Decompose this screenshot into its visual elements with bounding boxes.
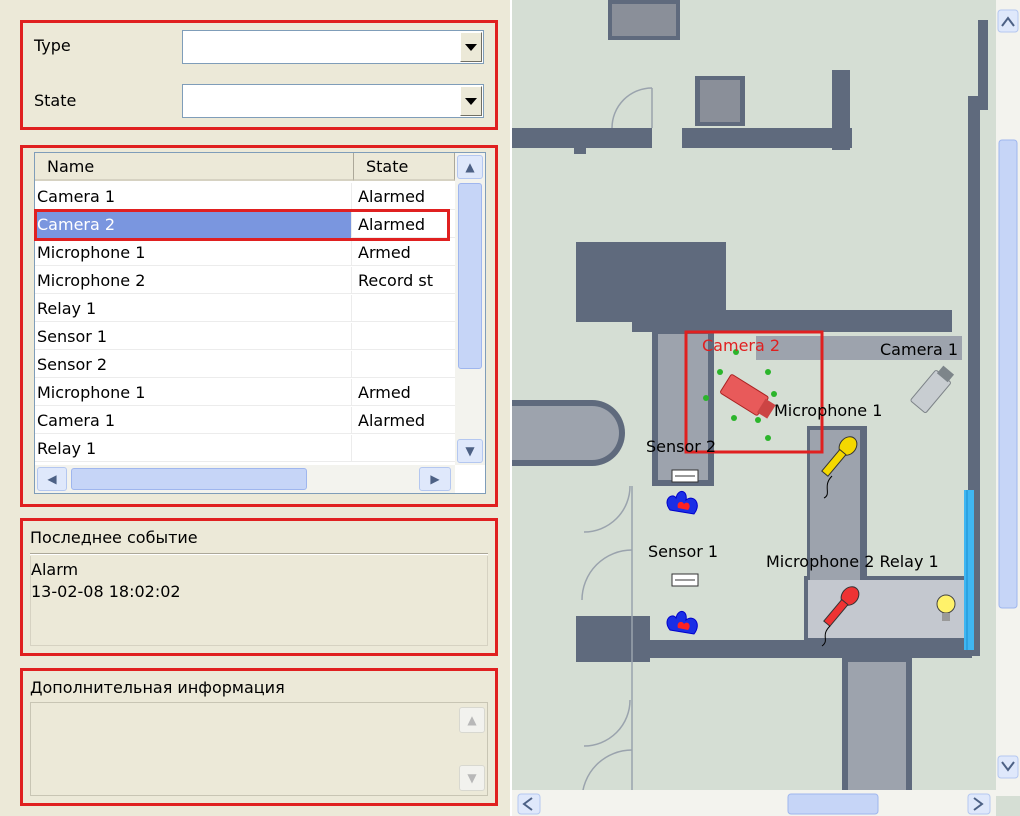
- list-row[interactable]: Relay 1: [35, 295, 455, 322]
- row-name: Sensor 1: [35, 323, 352, 350]
- row-name: Microphone 1: [35, 379, 352, 406]
- floor-plan-drawing: [512, 0, 1020, 816]
- list-row[interactable]: Sensor 1: [35, 323, 455, 350]
- left-panel: Type State Name State Camera 1 Alarmed Ca…: [0, 0, 510, 816]
- last-event-line2: 13-02-08 18:02:02: [31, 582, 181, 601]
- row-state: [356, 435, 455, 462]
- map-label-microphone1[interactable]: Microphone 1: [774, 401, 882, 420]
- floor-plan-map[interactable]: Camera 2 Camera 1 Microphone 1 Sensor 2 …: [512, 0, 1020, 816]
- row-name: Relay 1: [35, 435, 352, 462]
- list-vertical-scrollbar[interactable]: ▲ ▼: [455, 153, 485, 465]
- row-state: Armed: [358, 243, 411, 262]
- scroll-left-button[interactable]: ◀: [37, 467, 67, 491]
- row-name: Microphone 1: [35, 239, 352, 266]
- row-state: [356, 295, 455, 322]
- row-state: Record st: [358, 271, 433, 290]
- list-row[interactable]: Microphone 2 Record st: [35, 267, 455, 294]
- extra-info-textarea[interactable]: ▲ ▼: [30, 702, 488, 796]
- last-event-line1: Alarm: [31, 560, 79, 579]
- scroll-thumb-horizontal[interactable]: [71, 468, 307, 490]
- list-horizontal-scrollbar[interactable]: ◀ ▶: [35, 465, 455, 493]
- extra-info-title: Дополнительная информация: [30, 678, 285, 697]
- scroll-down-button[interactable]: ▼: [457, 439, 483, 463]
- selected-row-highlight: [34, 209, 450, 241]
- state-label: State: [34, 91, 77, 110]
- device-list[interactable]: Name State Camera 1 Alarmed Camera 2 Alarm…: [34, 152, 486, 494]
- list-row[interactable]: Microphone 1 Armed: [35, 379, 455, 406]
- map-label-sensor1[interactable]: Sensor 1: [648, 542, 718, 561]
- row-state: Alarmed: [358, 411, 426, 430]
- scroll-down-button[interactable]: ▼: [459, 765, 485, 791]
- list-row[interactable]: Camera 1 Alarmed: [35, 407, 455, 434]
- row-name: Sensor 2: [35, 351, 352, 378]
- row-state: Armed: [358, 383, 411, 402]
- row-name: Microphone 2: [35, 267, 352, 294]
- type-select[interactable]: [182, 30, 484, 64]
- state-select[interactable]: [182, 84, 484, 118]
- map-label-microphone2-relay1[interactable]: Microphone 2 Relay 1: [766, 552, 939, 571]
- type-label: Type: [34, 36, 71, 55]
- divider: [30, 553, 488, 555]
- scroll-right-button[interactable]: ▶: [419, 467, 451, 491]
- map-label-camera1[interactable]: Camera 1: [880, 340, 958, 359]
- scroll-thumb[interactable]: [458, 183, 482, 369]
- map-label-camera2[interactable]: Camera 2: [702, 336, 780, 355]
- map-label-sensor2[interactable]: Sensor 2: [646, 437, 716, 456]
- last-event-content: Alarm 13-02-08 18:02:02: [30, 556, 488, 646]
- row-state: Alarmed: [358, 187, 426, 206]
- last-event-title: Последнее событие: [30, 528, 198, 547]
- list-row[interactable]: Sensor 2: [35, 351, 455, 378]
- list-row[interactable]: Microphone 1 Armed: [35, 239, 455, 266]
- chevron-down-icon: [465, 97, 477, 105]
- scroll-up-button[interactable]: ▲: [459, 707, 485, 733]
- list-header: Name State: [35, 153, 455, 183]
- scroll-up-button[interactable]: ▲: [457, 155, 483, 179]
- row-state: [356, 323, 455, 350]
- state-dropdown-button[interactable]: [460, 86, 482, 116]
- row-name: Camera 1: [35, 183, 352, 210]
- row-state: [356, 351, 455, 378]
- list-row[interactable]: Camera 1 Alarmed: [35, 183, 455, 210]
- column-header-state[interactable]: State: [354, 153, 455, 181]
- type-dropdown-button[interactable]: [460, 32, 482, 62]
- row-name: Relay 1: [35, 295, 352, 322]
- column-header-name[interactable]: Name: [35, 153, 354, 181]
- chevron-down-icon: [465, 43, 477, 51]
- list-row[interactable]: Relay 1: [35, 435, 455, 462]
- row-name: Camera 1: [35, 407, 352, 434]
